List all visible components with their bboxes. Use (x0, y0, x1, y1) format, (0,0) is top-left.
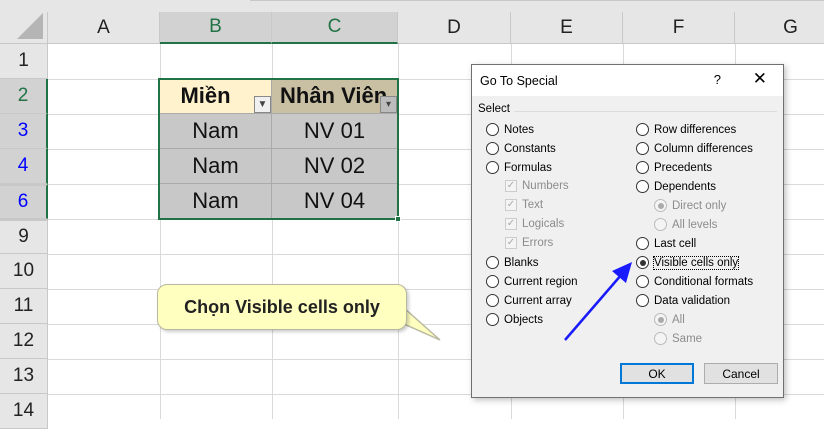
option-current-region[interactable]: Current region (486, 275, 578, 288)
option-validation-same[interactable]: Same (654, 332, 702, 345)
option-row-differences[interactable]: Row differences (636, 123, 736, 136)
go-to-special-dialog: Go To Special ? ✕ Select Notes Constants… (471, 64, 784, 398)
option-column-differences[interactable]: Column differences (636, 142, 753, 155)
option-direct-only[interactable]: Direct only (654, 199, 726, 212)
select-group-label: Select (478, 103, 510, 115)
option-data-validation[interactable]: Data validation (636, 294, 730, 307)
option-blanks[interactable]: Blanks (486, 256, 539, 269)
ok-button[interactable]: OK (620, 363, 694, 384)
dialog-title-bar: Go To Special ? ✕ (472, 65, 783, 96)
option-conditional-formats[interactable]: Conditional formats (636, 275, 753, 288)
callout-annotation: Chọn Visible cells only (157, 284, 407, 330)
check-logicals[interactable]: ✓ Logicals (505, 218, 564, 230)
option-current-array[interactable]: Current array (486, 294, 572, 307)
option-precedents[interactable]: Precedents (636, 161, 712, 174)
option-validation-all[interactable]: All (654, 313, 685, 326)
option-dependents[interactable]: Dependents (636, 180, 716, 193)
option-objects[interactable]: Objects (486, 313, 543, 326)
cancel-button[interactable]: Cancel (704, 363, 778, 384)
option-constants[interactable]: Constants (486, 142, 556, 155)
check-text[interactable]: ✓ Text (505, 199, 543, 211)
check-numbers[interactable]: ✓ Numbers (505, 180, 569, 192)
option-visible-cells-only[interactable]: Visible cells only (636, 255, 740, 270)
option-formulas[interactable]: Formulas (486, 161, 552, 174)
close-button[interactable]: ✕ (753, 69, 767, 89)
dialog-title: Go To Special (480, 73, 558, 88)
help-button[interactable]: ? (714, 72, 721, 87)
option-all-levels[interactable]: All levels (654, 218, 717, 231)
option-last-cell[interactable]: Last cell (636, 237, 696, 250)
option-notes[interactable]: Notes (486, 123, 534, 136)
check-errors[interactable]: ✓ Errors (505, 237, 553, 249)
